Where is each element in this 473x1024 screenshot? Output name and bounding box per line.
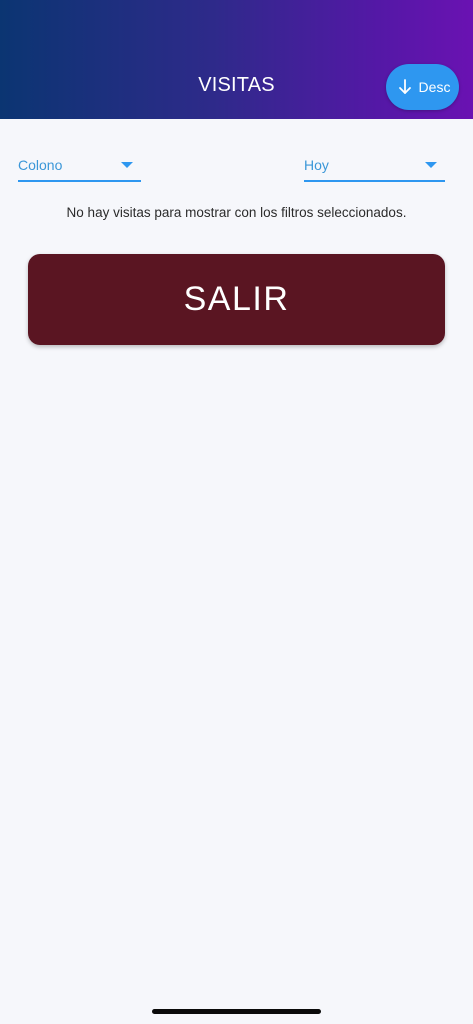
home-indicator	[152, 1009, 321, 1014]
date-filter-value: Hoy	[304, 157, 329, 173]
type-filter-dropdown[interactable]: Colono	[18, 148, 141, 182]
caret-down-icon	[425, 162, 437, 168]
date-filter-dropdown[interactable]: Hoy	[304, 148, 445, 182]
type-filter-value: Colono	[18, 157, 63, 173]
empty-state-message: No hay visitas para mostrar con los filt…	[66, 205, 407, 220]
caret-down-icon	[121, 162, 133, 168]
app-header: VISITAS Desc	[0, 0, 473, 119]
exit-button[interactable]: SALIR	[28, 254, 445, 345]
sort-order-button[interactable]: Desc	[386, 64, 459, 110]
sort-order-label: Desc	[418, 79, 451, 95]
arrow-down-icon	[398, 79, 411, 94]
